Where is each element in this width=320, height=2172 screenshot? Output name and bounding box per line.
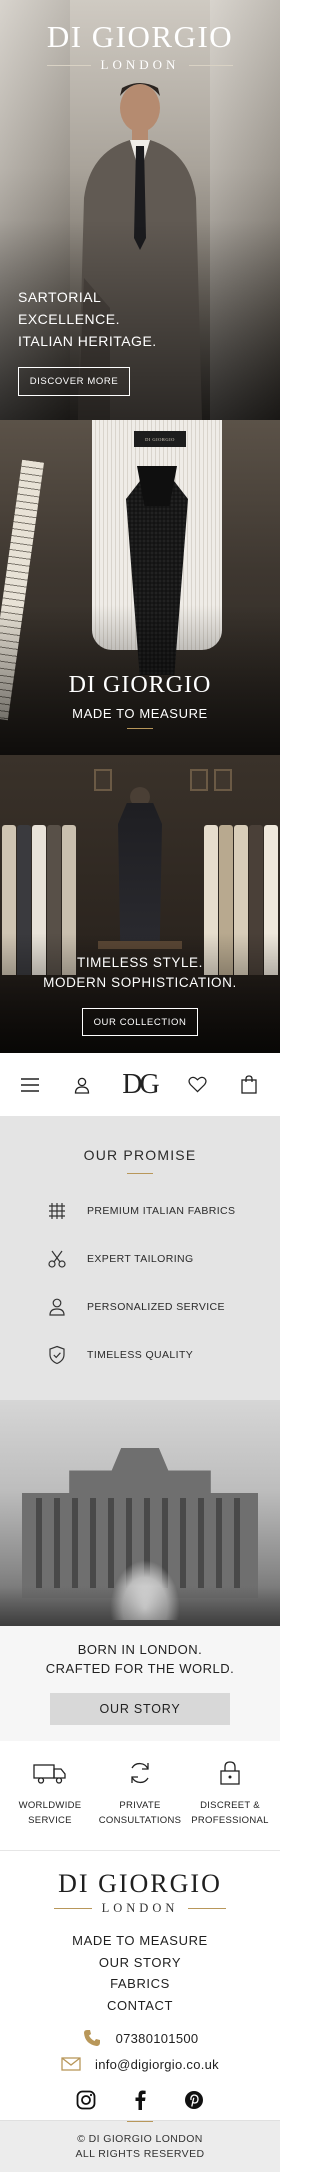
- footer-link-contact[interactable]: CONTACT: [107, 1998, 173, 2013]
- social-links: [0, 2089, 280, 2111]
- copyright-bar: © DI GIORGIO LONDON ALL RIGHTS RESERVED: [0, 2120, 280, 2172]
- account-icon[interactable]: [71, 1074, 93, 1096]
- footer-brand-name: DI GIORGIO: [58, 1869, 222, 1898]
- collection-headline-line: MODERN SOPHISTICATION.: [43, 975, 237, 990]
- promise-item-label: EXPERT TAILORING: [87, 1253, 194, 1265]
- gold-divider: [127, 2121, 153, 2122]
- footer-brand-city: LONDON: [101, 1901, 179, 1915]
- service-item: DISCREET & PROFESSIONAL: [186, 1758, 274, 1850]
- heritage-line: CRAFTED FOR THE WORLD.: [45, 1661, 235, 1676]
- promise-item-label: PERSONALIZED SERVICE: [87, 1301, 225, 1313]
- phone-icon: [82, 2028, 102, 2048]
- promise-title: OUR PROMISE: [83, 1147, 197, 1163]
- hero-brand: DI GIORGIO LONDON: [0, 20, 280, 73]
- copyright-line: © DI GIORGIO LONDON: [77, 2133, 203, 2145]
- person-icon: [44, 1294, 70, 1320]
- wall-frames: [190, 769, 232, 791]
- heritage-image: [0, 1400, 280, 1626]
- promise-item: PREMIUM ITALIAN FABRICS: [44, 1187, 280, 1235]
- refresh-icon: [96, 1758, 184, 1788]
- dg-logo[interactable]: DG: [122, 1070, 159, 1099]
- email-address[interactable]: info@digiorgio.co.uk: [95, 2057, 219, 2072]
- bag-icon[interactable]: [238, 1074, 260, 1096]
- services-row: WORLDWIDE SERVICE PRIVATE CONSULTATIONS …: [0, 1741, 280, 1851]
- truck-icon: [6, 1758, 94, 1788]
- footer-link-our-story[interactable]: OUR STORY: [99, 1955, 181, 1970]
- scissors-icon: [44, 1246, 70, 1272]
- phone-number[interactable]: 07380101500: [116, 2031, 199, 2046]
- frame: [94, 769, 112, 791]
- promise-list: PREMIUM ITALIAN FABRICS EXPERT TAILORING…: [0, 1187, 280, 1379]
- wall-frames: [94, 769, 112, 791]
- promise-item: TIMELESS QUALITY: [44, 1331, 280, 1379]
- divider: [46, 64, 91, 66]
- footer-brand-city-row: LONDON: [0, 1901, 280, 1916]
- made-to-measure-banner: DI GIORGIO DI GIORGIO MADE TO MEASURE: [0, 420, 280, 755]
- service-label: DISCREET & PROFESSIONAL: [186, 1798, 274, 1828]
- instagram-icon[interactable]: [75, 2089, 97, 2111]
- service-label: WORLDWIDE SERVICE: [6, 1798, 94, 1828]
- service-label-line: PRIVATE: [119, 1800, 161, 1811]
- frame: [214, 769, 232, 791]
- hero-headline: SARTORIAL EXCELLENCE. ITALIAN HERITAGE.: [18, 286, 157, 352]
- hero-brand-city-row: LONDON: [0, 57, 280, 73]
- collection-headline: TIMELESS STYLE. MODERN SOPHISTICATION.: [0, 953, 280, 993]
- mtm-title: DI GIORGIO: [68, 672, 212, 698]
- promise-item: EXPERT TAILORING: [44, 1235, 280, 1283]
- page: DI GIORGIO LONDON SARTORIAL EXCELLENCE. …: [0, 0, 280, 2172]
- bottom-navigation: DG: [0, 1053, 280, 1116]
- gold-divider: [53, 1908, 92, 1909]
- footer-links: MADE TO MEASURE OUR STORY FABRICS CONTAC…: [0, 1930, 280, 2016]
- service-label-line: DISCREET &: [200, 1800, 260, 1811]
- email-row[interactable]: info@digiorgio.co.uk: [0, 2051, 280, 2077]
- frame: [190, 769, 208, 791]
- promise-item-label: TIMELESS QUALITY: [87, 1349, 194, 1361]
- lock-icon: [186, 1758, 274, 1788]
- service-label-line: PROFESSIONAL: [191, 1815, 269, 1826]
- promise-item-label: PREMIUM ITALIAN FABRICS: [87, 1205, 236, 1217]
- facebook-icon[interactable]: [129, 2089, 151, 2111]
- hero-headline-line: SARTORIAL: [18, 289, 102, 305]
- discover-more-button[interactable]: DISCOVER MORE: [18, 367, 130, 396]
- envelope-icon: [61, 2054, 81, 2074]
- heart-icon[interactable]: [186, 1074, 208, 1096]
- hero-brand-city: LONDON: [100, 57, 180, 72]
- heritage-line: BORN IN LONDON.: [77, 1642, 203, 1657]
- mannequin-suit: [118, 803, 162, 943]
- hero-headline-line: ITALIAN HERITAGE.: [18, 333, 157, 349]
- hero-brand-name: DI GIORGIO: [46, 19, 234, 54]
- gold-divider: [188, 1908, 227, 1909]
- shield-check-icon: [44, 1342, 70, 1368]
- service-label: PRIVATE CONSULTATIONS: [96, 1798, 184, 1828]
- collection-headline-line: TIMELESS STYLE.: [76, 955, 204, 970]
- contact-block: 07380101500 info@digiorgio.co.uk: [0, 2025, 280, 2077]
- service-item: PRIVATE CONSULTATIONS: [96, 1758, 184, 1850]
- menu-icon[interactable]: [19, 1074, 41, 1096]
- phone-row[interactable]: 07380101500: [0, 2025, 280, 2051]
- footer-link-made-to-measure[interactable]: MADE TO MEASURE: [72, 1933, 208, 1948]
- service-item: WORLDWIDE SERVICE: [6, 1758, 94, 1850]
- hero-headline-line: EXCELLENCE.: [18, 311, 120, 327]
- footer-link-fabrics[interactable]: FABRICS: [110, 1976, 170, 1991]
- promise-item: PERSONALIZED SERVICE: [44, 1283, 280, 1331]
- heritage-text: BORN IN LONDON. CRAFTED FOR THE WORLD. O…: [0, 1626, 280, 1741]
- our-promise-section: OUR PROMISE PREMIUM ITALIAN FABRICS EXPE…: [0, 1116, 280, 1400]
- mtm-subtitle: MADE TO MEASURE: [72, 706, 208, 721]
- divider: [189, 64, 234, 66]
- heritage-shade: [0, 1586, 280, 1626]
- service-label-line: WORLDWIDE: [18, 1800, 82, 1811]
- our-story-button[interactable]: OUR STORY: [50, 1693, 230, 1725]
- pinterest-icon[interactable]: [183, 2089, 205, 2111]
- copyright-line: ALL RIGHTS RESERVED: [75, 2148, 205, 2160]
- fabric-grid-icon: [44, 1198, 70, 1224]
- service-label-line: SERVICE: [28, 1815, 72, 1826]
- our-collection-button[interactable]: OUR COLLECTION: [82, 1008, 198, 1036]
- collection-banner: TIMELESS STYLE. MODERN SOPHISTICATION. O…: [0, 755, 280, 1053]
- gold-divider: [127, 1173, 153, 1174]
- gold-divider: [127, 728, 153, 729]
- footer: DI GIORGIO LONDON MADE TO MEASURE OUR ST…: [0, 1851, 280, 2172]
- hero-banner: DI GIORGIO LONDON SARTORIAL EXCELLENCE. …: [0, 0, 280, 420]
- service-label-line: CONSULTATIONS: [98, 1815, 182, 1826]
- shirt-label: DI GIORGIO: [134, 431, 186, 447]
